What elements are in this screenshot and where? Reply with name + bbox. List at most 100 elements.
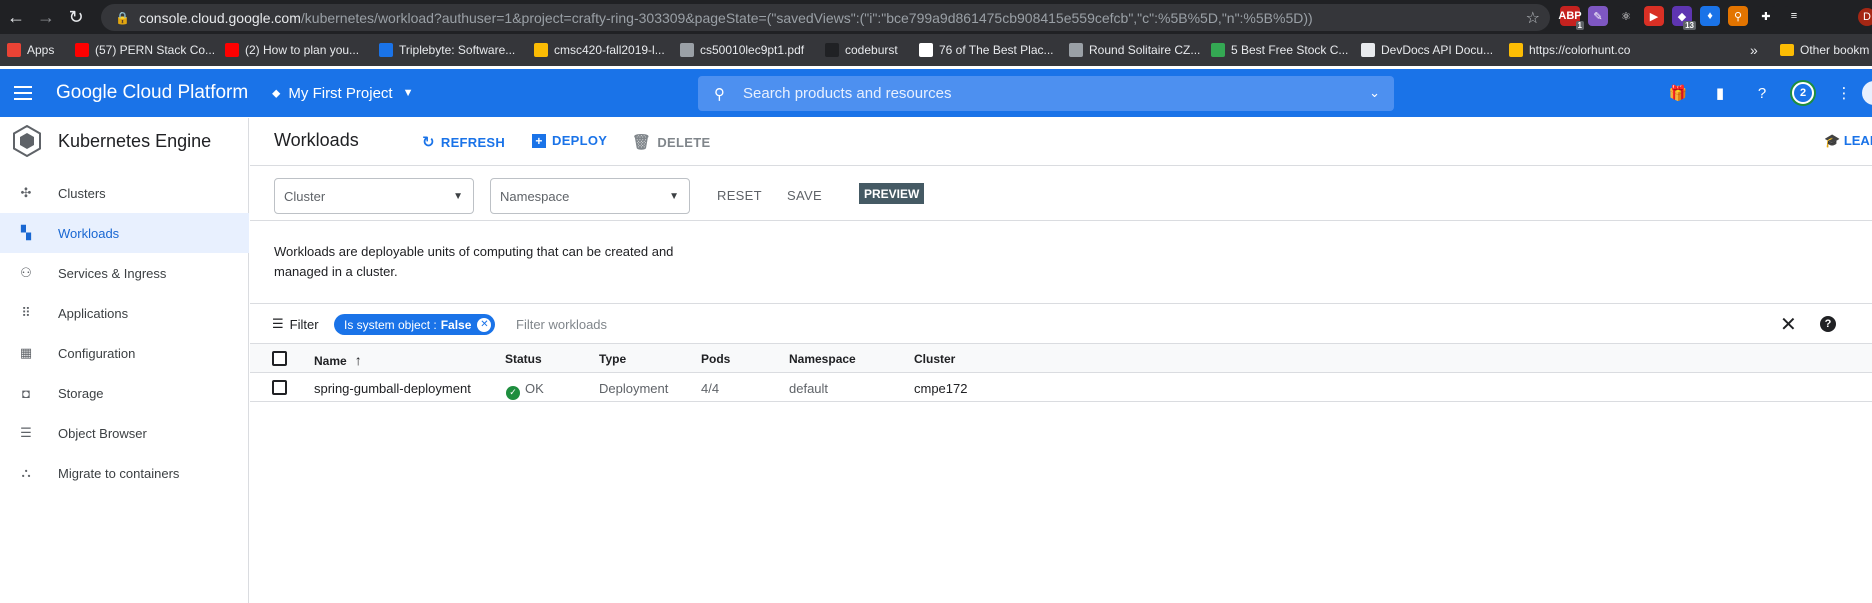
sidebar-item-workloads[interactable]: ▚ Workloads (0, 213, 249, 253)
bookmark-item[interactable]: (2) How to plan you... (218, 37, 366, 63)
other-bookmarks-folder[interactable]: Other bookm (1780, 34, 1869, 66)
bookmark-favicon-icon (1361, 43, 1375, 57)
row-checkbox[interactable] (272, 380, 287, 395)
back-arrow-icon[interactable]: ← (2, 3, 30, 31)
sidebar: Kubernetes Engine ✣ Clusters ▚ Workloads ⚇ Se… (0, 118, 249, 603)
sidebar-item-migrate-to-containers[interactable]: ⛬ Migrate to containers (0, 453, 249, 493)
bookmark-item[interactable]: https://colorhunt.co (1502, 37, 1637, 63)
column-header-pods[interactable]: Pods (701, 352, 730, 366)
save-button[interactable]: SAVE (787, 188, 822, 203)
filter-button[interactable]: ☰ Filter (272, 316, 319, 332)
extensions-area: ABP 1 ✎ ⚛ ▶ ◆ 13 ♦ ⚲ ✚ ≡ (1558, 6, 1804, 30)
profile-avatar[interactable]: D (1858, 8, 1872, 26)
sidebar-item-label: Applications (58, 305, 129, 321)
sidebar-item-label: Services & Ingress (58, 265, 167, 281)
sidebar-item-label: Configuration (58, 345, 136, 361)
reload-icon[interactable]: ↻ (62, 3, 90, 31)
pin-icon[interactable]: ⚲ (1728, 6, 1748, 26)
kubernetes-engine-icon (13, 125, 41, 157)
add-box-icon: + (532, 133, 546, 148)
saved-view-filters: Cluster ▼ Namespace ▼ RESET SAVE PREVIEW (250, 166, 1872, 220)
sidebar-item-applications[interactable]: ⠿ Applications (0, 293, 249, 333)
bookmarks-overflow-button[interactable]: » (1750, 34, 1758, 66)
account-avatar[interactable] (1862, 81, 1872, 105)
bookmark-item[interactable]: (57) PERN Stack Co... (68, 37, 222, 63)
preview-badge: PREVIEW (859, 183, 925, 204)
lock-icon: 🔒 (115, 10, 130, 25)
gem-icon[interactable]: ♦ (1700, 6, 1720, 26)
more-vert-icon[interactable]: ⋮ (1832, 81, 1856, 105)
bookmark-item[interactable]: Apps (0, 37, 61, 63)
bookmark-item[interactable]: Triplebyte: Software... (372, 37, 522, 63)
search-input[interactable]: ⚲ Search products and resources ⌄ (698, 76, 1394, 111)
gcp-header: Google Cloud Platform ⬥ My First Project… (0, 69, 1872, 117)
deploy-button[interactable]: + DEPLOY (532, 133, 607, 148)
feather-icon[interactable]: ✎ (1588, 6, 1608, 26)
namespace-select-placeholder: Namespace (500, 188, 570, 204)
notifications-badge[interactable]: 2 (1792, 82, 1814, 104)
puzzle-icon[interactable]: ✚ (1756, 6, 1776, 26)
bookmark-item[interactable]: 76 of The Best Plac... (912, 37, 1061, 63)
cloud-shell-icon[interactable]: ▮ (1708, 81, 1732, 105)
purple-ext-icon[interactable]: ◆ 13 (1672, 6, 1696, 30)
type-cell: Deployment (599, 381, 669, 396)
workload-name-link[interactable]: spring-gumball-deployment (314, 381, 471, 396)
bookmark-star-icon[interactable]: ☆ (1526, 8, 1540, 28)
bookmark-item[interactable]: Round Solitaire CZ... (1062, 37, 1207, 63)
refresh-icon: ↻ (422, 134, 435, 151)
sidebar-item-label: Migrate to containers (58, 465, 180, 481)
column-header-name[interactable]: Name ↑ (314, 352, 362, 368)
forward-arrow-icon[interactable]: → (32, 3, 60, 31)
sidebar-item-object-browser[interactable]: ☰ Object Browser (0, 413, 249, 453)
bookmark-label: (57) PERN Stack Co... (95, 43, 216, 57)
help-icon[interactable]: ? (1750, 81, 1774, 105)
column-header-cluster[interactable]: Cluster (914, 352, 955, 366)
refresh-button[interactable]: ↻ REFRESH (422, 133, 505, 151)
filter-workloads-input[interactable]: Filter workloads (516, 317, 607, 332)
filter-chip-key: Is system object : (344, 317, 437, 332)
namespace-select[interactable]: Namespace ▼ (490, 178, 690, 214)
description-panel: Workloads are deployable units of comput… (250, 220, 1872, 304)
menu-icon[interactable] (14, 82, 36, 104)
clear-filters-icon[interactable]: ✕ (1780, 312, 1797, 337)
page-description: Workloads are deployable units of comput… (274, 244, 674, 279)
delete-button[interactable]: 🗑 DELETE (632, 133, 710, 151)
project-selector[interactable]: ⬥ My First Project ▼ (272, 79, 413, 107)
gcp-logo[interactable]: Google Cloud Platform (56, 82, 248, 104)
gift-icon[interactable]: 🎁 (1666, 81, 1690, 105)
workloads-icon: ▚ (21, 225, 31, 240)
column-header-status[interactable]: Status (505, 352, 542, 366)
sidebar-item-label: Workloads (58, 225, 120, 241)
select-all-checkbox[interactable] (272, 351, 287, 366)
chevron-down-icon: ▼ (402, 87, 414, 99)
column-header-namespace[interactable]: Namespace (789, 352, 856, 366)
cluster-select[interactable]: Cluster ▼ (274, 178, 474, 214)
cluster-link[interactable]: cmpe172 (914, 381, 967, 396)
reset-button[interactable]: RESET (717, 188, 762, 203)
bookmark-item[interactable]: cs50010lec9pt1.pdf (673, 37, 811, 63)
chip-remove-icon[interactable]: ✕ (477, 317, 492, 332)
learn-button[interactable]: 🎓 LEAR (1824, 133, 1872, 149)
search-expand-icon[interactable]: ⌄ (1369, 85, 1380, 101)
react-icon[interactable]: ⚛ (1616, 6, 1636, 26)
bookmark-item[interactable]: DevDocs API Docu... (1354, 37, 1500, 63)
column-header-type[interactable]: Type (599, 352, 626, 366)
sidebar-item-storage[interactable]: ◘ Storage (0, 373, 249, 413)
project-name: My First Project (288, 84, 393, 102)
bookmark-item[interactable]: codeburst (818, 37, 905, 63)
sidebar-item-clusters[interactable]: ✣ Clusters (0, 173, 249, 213)
bookmark-item[interactable]: cmsc420-fall2019-l... (527, 37, 672, 63)
filter-label: Filter (289, 316, 319, 332)
storage-icon: ◘ (22, 385, 30, 401)
media-icon[interactable]: ≡ (1784, 6, 1804, 26)
sidebar-item-configuration[interactable]: ▦ Configuration (0, 333, 249, 373)
sidebar-item-services-ingress[interactable]: ⚇ Services & Ingress (0, 253, 249, 293)
adblock-icon[interactable]: ABP 1 (1558, 6, 1584, 30)
bookmark-item[interactable]: 5 Best Free Stock C... (1204, 37, 1355, 63)
help-icon[interactable]: ? (1820, 316, 1836, 332)
youtube-icon[interactable]: ▶ (1644, 6, 1664, 26)
filter-chip[interactable]: Is system object : False ✕ (334, 314, 496, 335)
page-title: Workloads (274, 130, 359, 150)
status-cell: ✓ OK (506, 381, 544, 400)
address-bar[interactable]: 🔒 console.cloud.google.com/kubernetes/wo… (101, 4, 1550, 31)
